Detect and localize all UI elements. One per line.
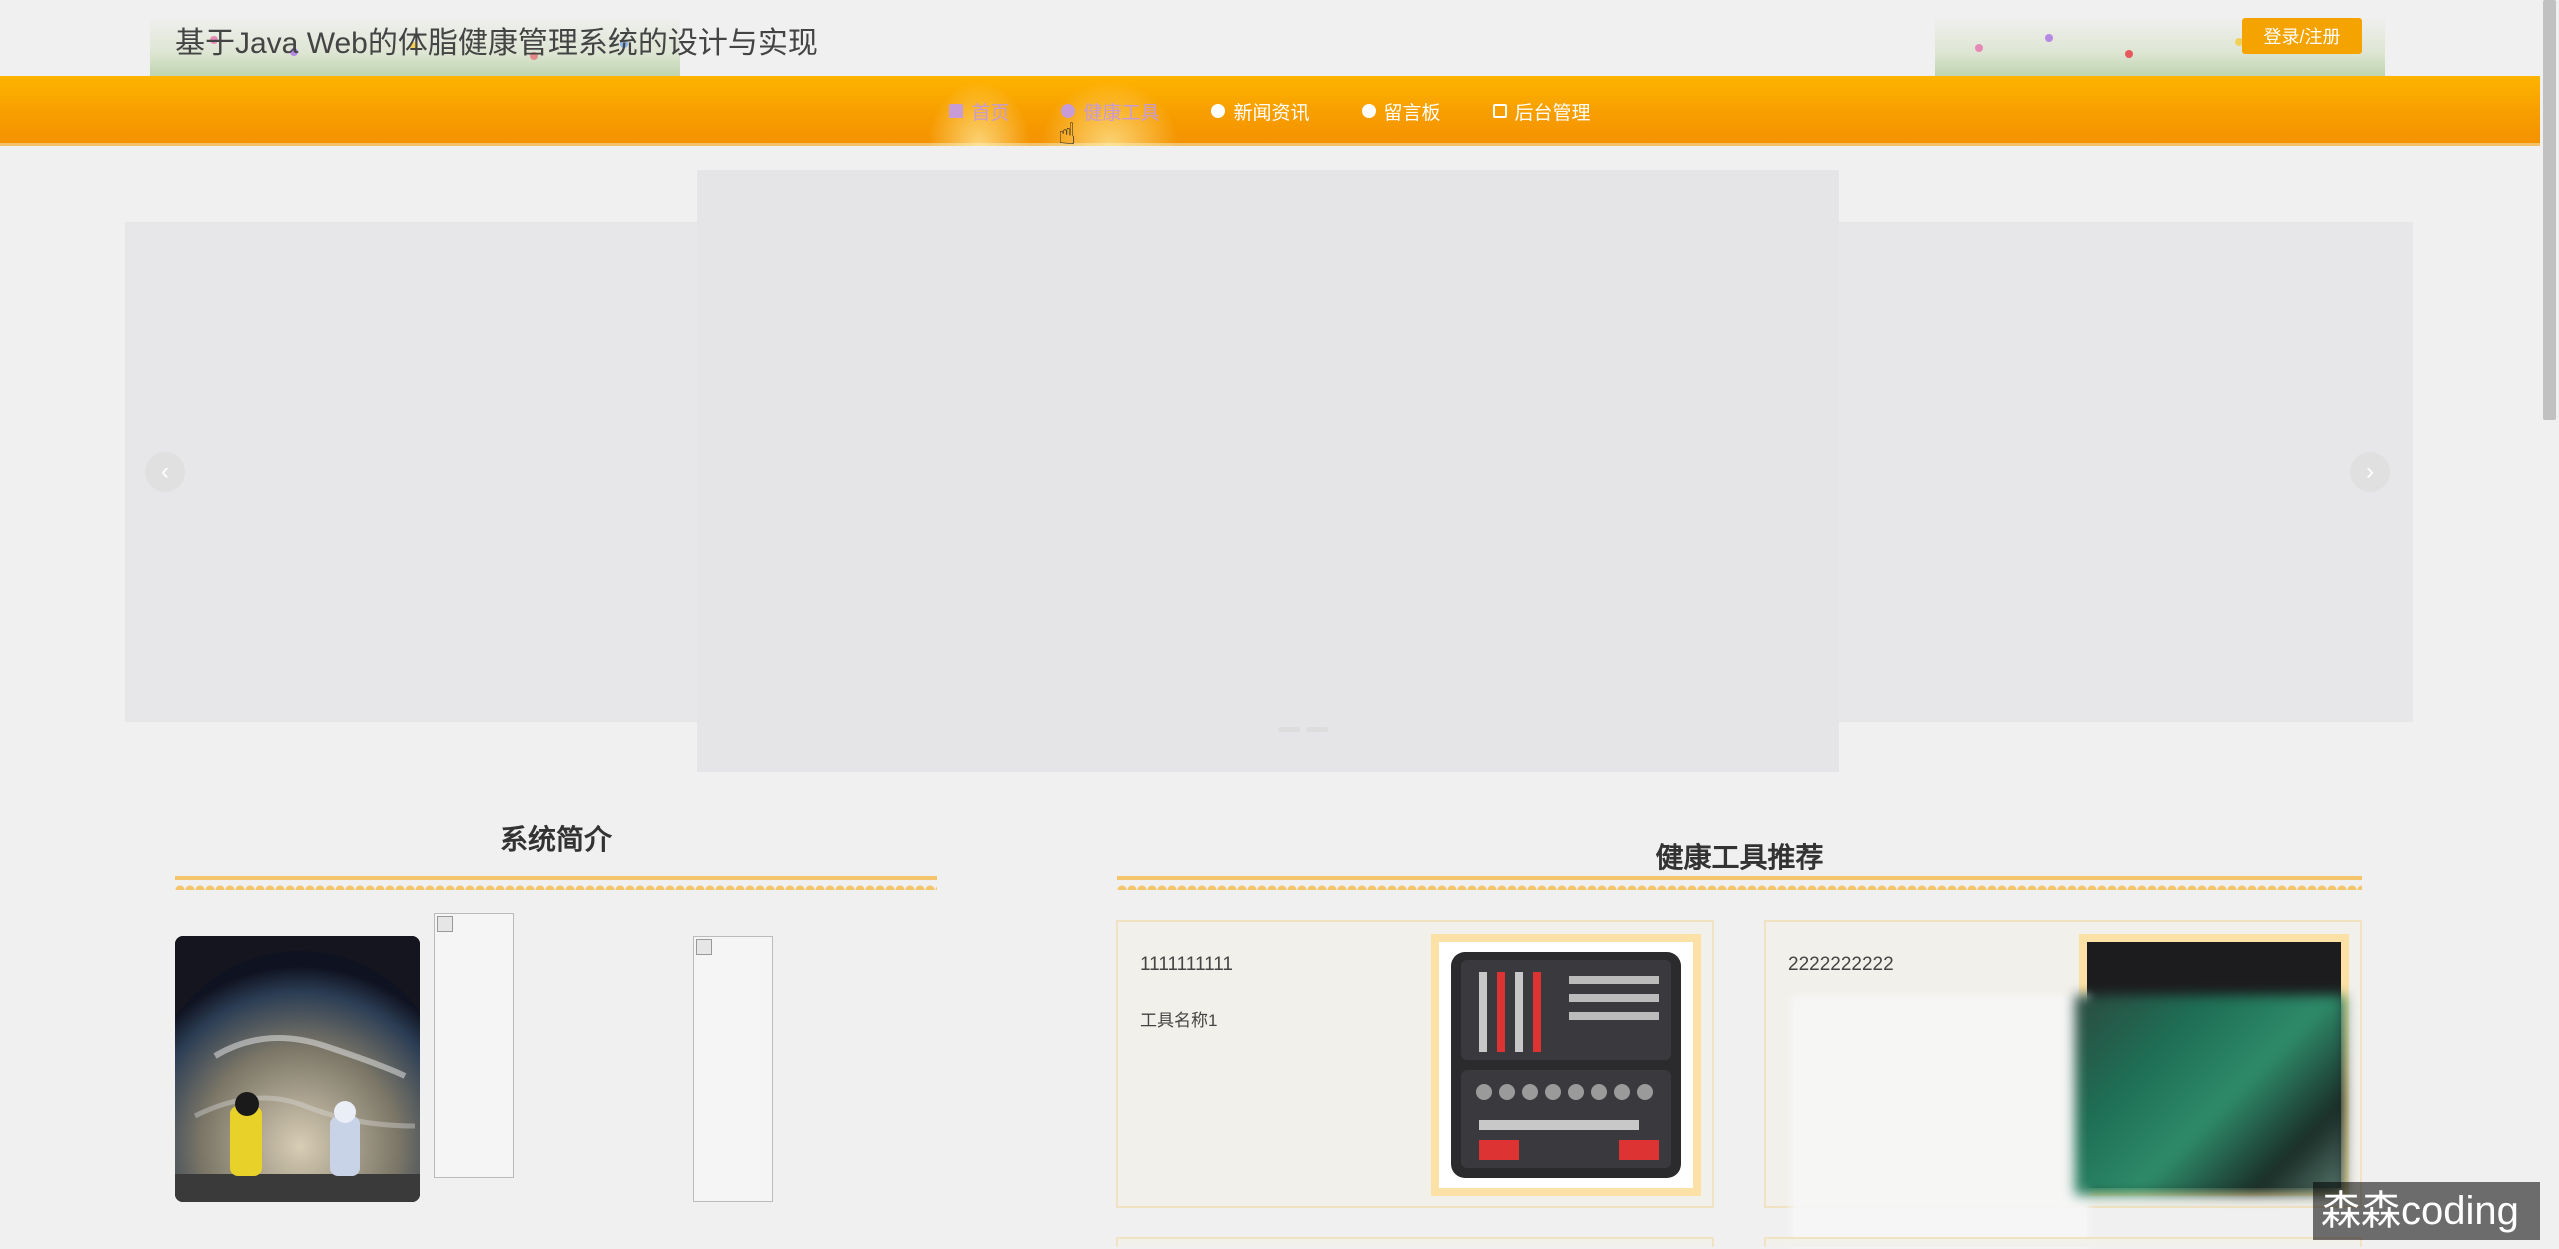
- top-header: 基于Java Web的体脂健康管理系统的设计与实现 登录/注册: [0, 0, 2540, 76]
- intro-image-earth: [175, 936, 420, 1202]
- tools-section-title: 健康工具推荐: [1655, 842, 1824, 873]
- home-icon: [949, 104, 964, 118]
- nav-item-label: 新闻资讯: [1233, 102, 1310, 124]
- message-icon: [1361, 104, 1376, 118]
- nav-item-label: 首页: [971, 102, 1010, 124]
- tool-card-title: 1111111111: [1140, 954, 1233, 975]
- carousel-dot[interactable]: [1306, 727, 1328, 732]
- nav-item-label: 留言板: [1383, 102, 1441, 124]
- carousel-next-button[interactable]: ›: [2350, 452, 2390, 492]
- nav-item-label: 后台管理: [1514, 102, 1591, 124]
- intro-divider: [175, 876, 937, 890]
- main-nav: 首页 健康工具 新闻资讯 留言板 后台管理: [0, 76, 2540, 146]
- broken-image: [693, 936, 773, 1202]
- carousel-dot[interactable]: [1278, 727, 1300, 732]
- tool-card-title: 2222222222: [1788, 954, 1894, 975]
- tool-card[interactable]: [1764, 1237, 2362, 1247]
- carousel-slide-active[interactable]: [697, 170, 1839, 772]
- tool-card-name: 工具名称1: [1140, 1011, 1218, 1030]
- news-icon: [1211, 104, 1226, 118]
- nav-item-message-board[interactable]: 留言板: [1336, 76, 1467, 146]
- login-register-button[interactable]: 登录/注册: [2242, 18, 2362, 54]
- nav-item-home[interactable]: 首页: [923, 76, 1036, 146]
- site-title: 基于Java Web的体脂健康管理系统的设计与实现: [175, 27, 818, 60]
- page-scrollbar[interactable]: [2540, 0, 2559, 1249]
- watermark: 森森coding: [2313, 1182, 2551, 1240]
- tool-card-image: [1431, 934, 1701, 1196]
- blurred-image: [2075, 995, 2345, 1195]
- hand-cursor-icon: ☝: [1058, 118, 1077, 151]
- nav-item-label: 健康工具: [1083, 102, 1160, 124]
- broken-image: [434, 913, 514, 1178]
- tool-card[interactable]: [1116, 1237, 1714, 1247]
- blurred-overlay: [1790, 995, 2090, 1249]
- carousel-indicators: [1278, 727, 1328, 732]
- carousel-prev-button[interactable]: ‹: [145, 452, 185, 492]
- admin-icon: [1492, 104, 1507, 118]
- tool-icon: [1061, 104, 1076, 118]
- scrollbar-thumb[interactable]: [2543, 0, 2556, 420]
- nav-item-news[interactable]: 新闻资讯: [1185, 76, 1335, 146]
- nav-item-admin[interactable]: 后台管理: [1467, 76, 1617, 146]
- intro-section-title: 系统简介: [499, 824, 612, 855]
- tool-card[interactable]: 1111111111 工具名称1: [1116, 920, 1714, 1208]
- tools-divider: [1117, 876, 2362, 890]
- nav-list: 首页 健康工具 新闻资讯 留言板 后台管理: [0, 76, 2540, 146]
